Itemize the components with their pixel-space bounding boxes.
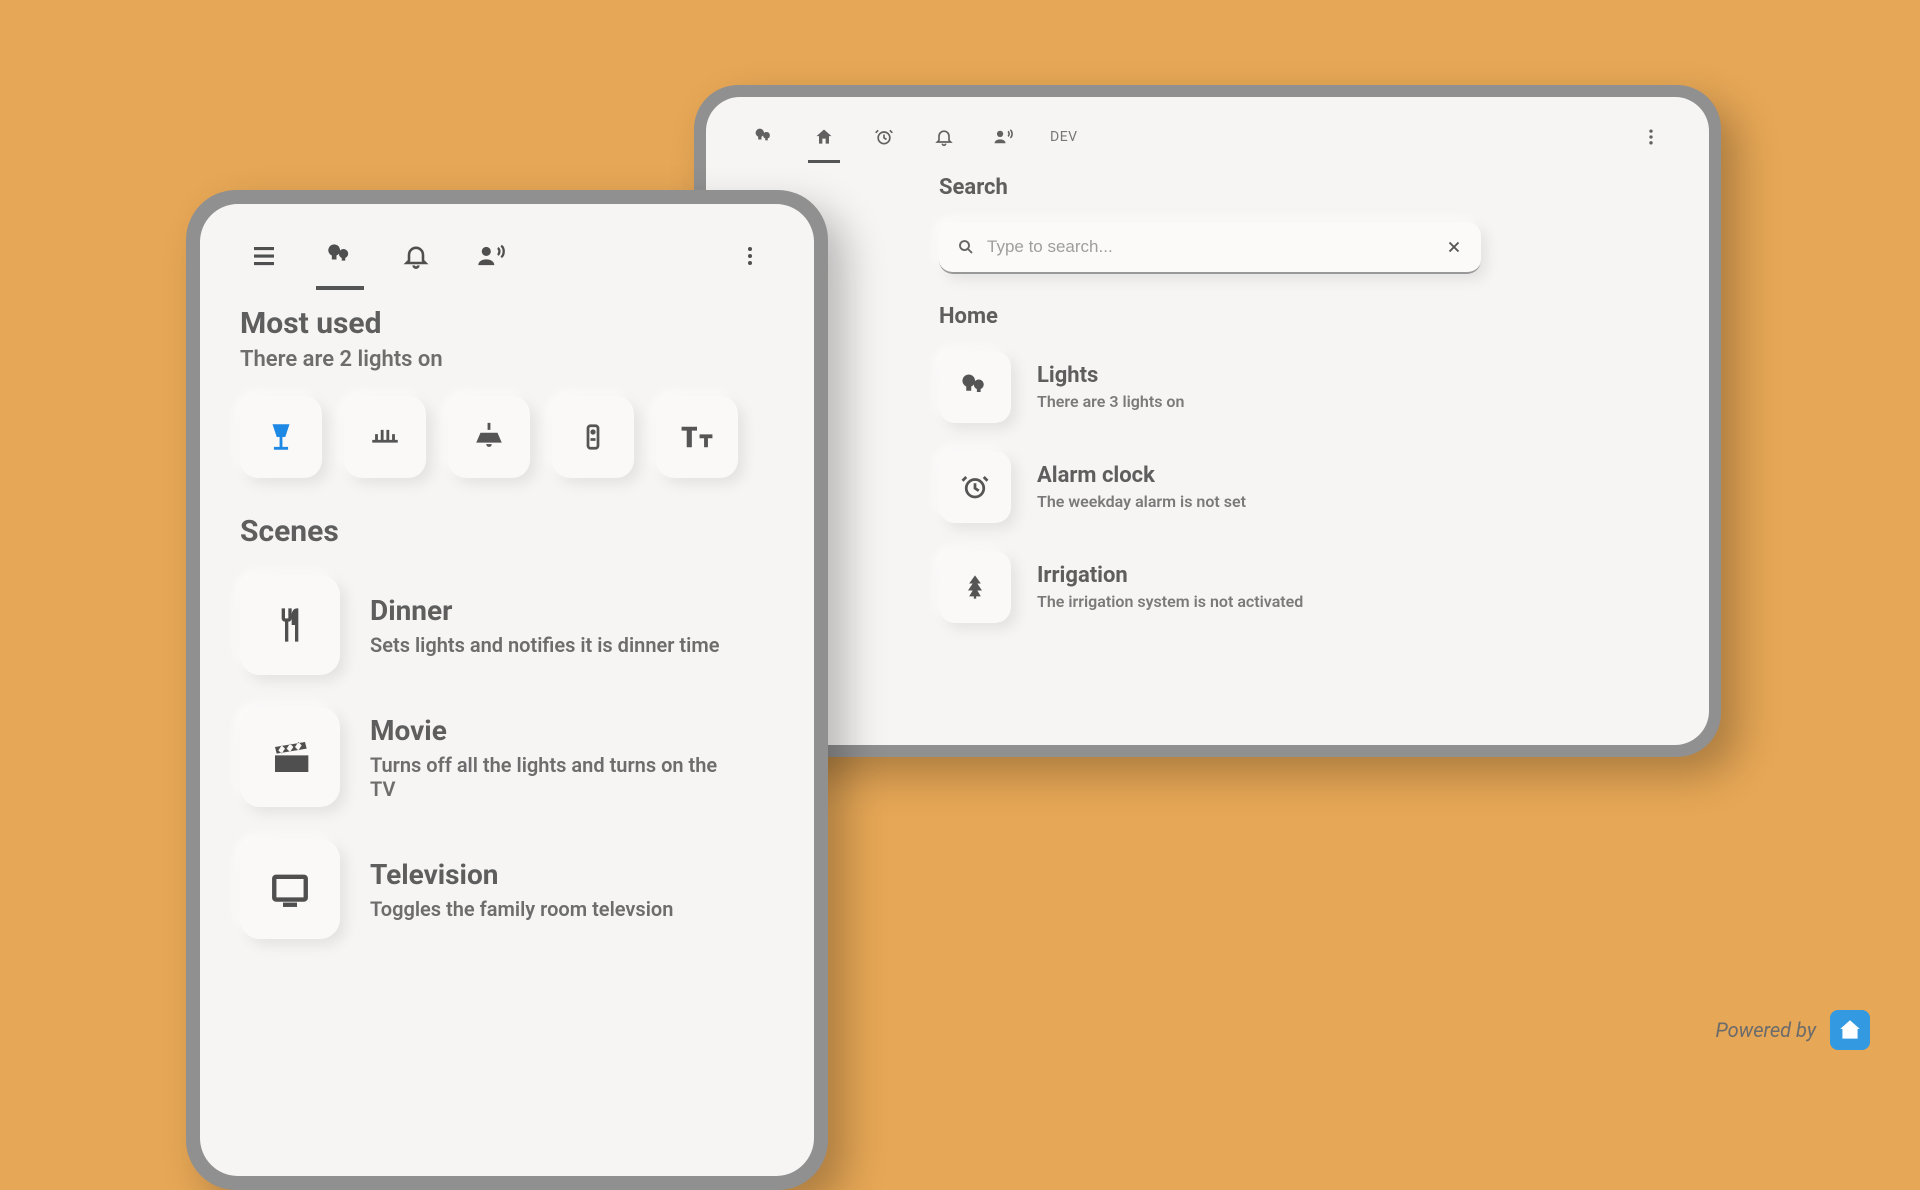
tv-icon (240, 839, 340, 939)
item-texts: Alarm clock The weekday alarm is not set (1037, 463, 1246, 511)
scenes-title: Scenes (240, 514, 774, 549)
dev-label[interactable]: DEV (1050, 129, 1078, 145)
item-title: Alarm clock (1037, 463, 1246, 488)
clear-icon[interactable] (1445, 238, 1463, 256)
chip-desk-lamp[interactable] (240, 396, 322, 478)
phone-overflow-button[interactable] (726, 232, 774, 280)
most-used-subtitle: There are 2 lights on (240, 347, 774, 372)
item-subtitle: The weekday alarm is not set (1037, 492, 1246, 511)
footer-brand: Powered by (1715, 1010, 1870, 1050)
home-item-alarm[interactable]: Alarm clock The weekday alarm is not set (939, 451, 1481, 523)
item-texts: Lights There are 3 lights on (1037, 363, 1184, 411)
tab-voice-icon[interactable] (984, 117, 1024, 157)
tab-bell-icon[interactable] (924, 117, 964, 157)
scene-texts: Movie Turns off all the lights and turns… (370, 714, 730, 801)
tab-home-icon[interactable] (804, 117, 844, 157)
scene-movie[interactable]: Movie Turns off all the lights and turns… (240, 707, 774, 807)
item-subtitle: The irrigation system is not activated (1037, 592, 1303, 611)
scene-title: Television (370, 858, 673, 891)
alarm-clock-icon (939, 451, 1011, 523)
scene-subtitle: Turns off all the lights and turns on th… (370, 753, 730, 801)
search-heading: Search (939, 175, 1481, 200)
chip-ceiling-light[interactable] (448, 396, 530, 478)
lightbulb-group-icon (939, 351, 1011, 423)
phone-device: Most used There are 2 lights on Scenes (186, 190, 828, 1190)
fork-knife-icon (240, 575, 340, 675)
home-item-irrigation[interactable]: Irrigation The irrigation system is not … (939, 551, 1481, 623)
tab-alarm-icon[interactable] (864, 117, 904, 157)
home-assistant-icon (1830, 1010, 1870, 1050)
home-heading: Home (939, 304, 1481, 329)
scene-texts: Dinner Sets lights and notifies it is di… (370, 594, 719, 657)
search-input[interactable] (987, 237, 1445, 257)
scene-television[interactable]: Television Toggles the family room telev… (240, 839, 774, 939)
tab-bell-icon[interactable] (392, 232, 440, 280)
most-used-title: Most used (240, 306, 774, 341)
item-title: Lights (1037, 363, 1184, 388)
scene-texts: Television Toggles the family room telev… (370, 858, 673, 921)
tab-lightbulb-icon[interactable] (744, 117, 784, 157)
tab-voice-icon[interactable] (468, 232, 516, 280)
phone-topbar (240, 232, 774, 280)
search-icon (957, 238, 975, 256)
scene-title: Movie (370, 714, 730, 747)
scene-title: Dinner (370, 594, 719, 627)
tablet-content: Search Home Lights There are 3 lights on (744, 159, 1671, 623)
tablet-overflow-button[interactable] (1631, 117, 1671, 157)
tree-icon (939, 551, 1011, 623)
tablet-device: DEV Search Home (694, 85, 1721, 757)
tablet-topbar: DEV (744, 115, 1671, 159)
item-title: Irrigation (1037, 563, 1303, 588)
powered-by-text: Powered by (1715, 1018, 1816, 1042)
chip-text[interactable] (656, 396, 738, 478)
tablet-screen: DEV Search Home (706, 97, 1709, 745)
scene-subtitle: Sets lights and notifies it is dinner ti… (370, 633, 719, 657)
search-box[interactable] (939, 222, 1481, 274)
item-subtitle: There are 3 lights on (1037, 392, 1184, 411)
scene-dinner[interactable]: Dinner Sets lights and notifies it is di… (240, 575, 774, 675)
item-texts: Irrigation The irrigation system is not … (1037, 563, 1303, 611)
home-item-lights[interactable]: Lights There are 3 lights on (939, 351, 1481, 423)
scene-subtitle: Toggles the family room televsion (370, 897, 673, 921)
chip-row (240, 396, 774, 478)
phone-screen: Most used There are 2 lights on Scenes (200, 204, 814, 1176)
menu-icon[interactable] (240, 232, 288, 280)
chip-bridge[interactable] (344, 396, 426, 478)
tab-lightbulb-icon[interactable] (316, 232, 364, 280)
clapperboard-icon (240, 707, 340, 807)
chip-remote[interactable] (552, 396, 634, 478)
